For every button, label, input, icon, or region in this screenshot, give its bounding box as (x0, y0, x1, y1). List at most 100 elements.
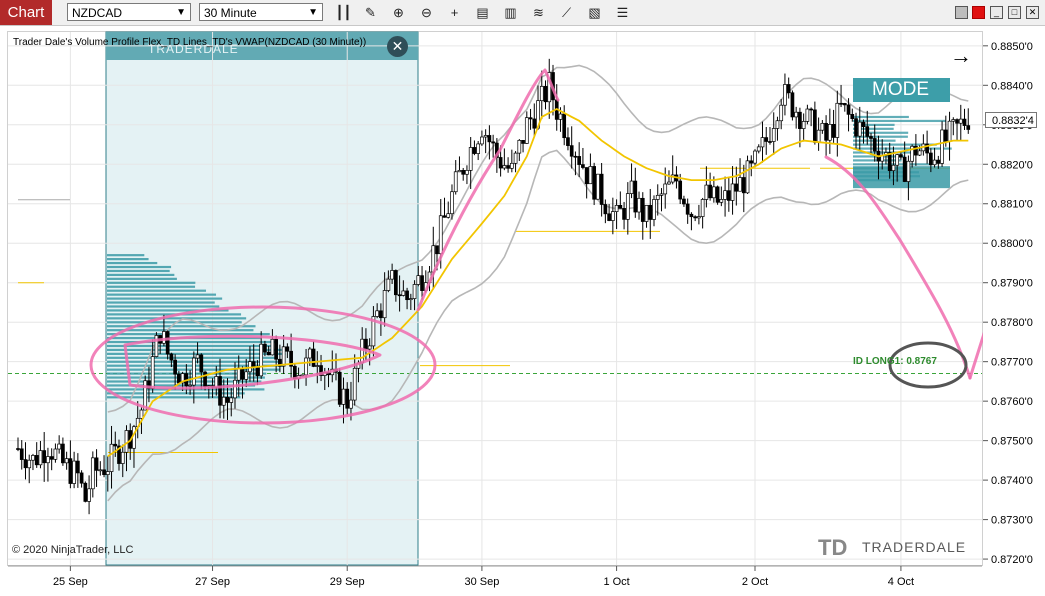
candle-body (499, 157, 502, 168)
candle-body (828, 124, 831, 140)
candle-body (54, 449, 57, 459)
candle-body (540, 86, 543, 100)
candle-body (918, 151, 921, 155)
candle-body (566, 138, 569, 146)
candle-body (750, 161, 753, 163)
candle-body (559, 114, 562, 119)
candle-body (686, 204, 689, 214)
candle-body (653, 199, 656, 219)
candle-body (406, 291, 409, 300)
volume-profile-bar (107, 298, 222, 300)
candle-body (503, 166, 506, 169)
candle-body (196, 355, 199, 358)
candle-body (465, 170, 468, 174)
candle-body (361, 339, 364, 363)
candle-body (866, 127, 869, 137)
candle-body (574, 156, 577, 157)
candle-body (768, 141, 771, 142)
candle-body (245, 372, 248, 380)
candle-body (383, 290, 386, 317)
last-price-marker: 0.8832'4 (985, 112, 1037, 128)
candle-body (862, 122, 865, 126)
volume-profile-bar (107, 301, 215, 303)
candle-body (413, 284, 416, 298)
price-tick-label: 0.8720'0 (991, 554, 1033, 566)
candle-body (473, 147, 476, 153)
volume-profile-bar (107, 266, 171, 268)
candle-body (544, 86, 547, 101)
candle-body (813, 110, 816, 142)
volume-profile-bar (107, 317, 246, 319)
candle-body (581, 165, 584, 168)
candle-body (843, 103, 846, 104)
price-tick-label: 0.8750'0 (991, 436, 1033, 448)
time-tick-label: 30 Sep (464, 576, 499, 588)
candle-body (679, 181, 682, 199)
candle-body (780, 105, 783, 121)
candle-body (623, 208, 626, 219)
candle-body (578, 156, 581, 164)
candle-body (170, 354, 173, 360)
candle-body (664, 184, 667, 194)
candle-body (720, 199, 723, 202)
time-tick-label: 2 Oct (742, 576, 768, 588)
candle-body (353, 368, 356, 400)
candle-body (533, 119, 536, 128)
volume-profile-bar (107, 294, 216, 296)
candle-body (847, 105, 850, 114)
candle-body (518, 140, 521, 153)
candle-body (28, 460, 31, 468)
candle-body (204, 372, 207, 387)
candle-body (91, 458, 94, 489)
candle-body (772, 128, 775, 141)
logo-mark: TD (818, 536, 854, 560)
candle-body (35, 455, 38, 464)
candle-body (398, 295, 401, 296)
volume-profile-bar (107, 270, 170, 272)
candle-body (480, 137, 483, 144)
candle-body (522, 140, 525, 143)
price-tick-label: 0.8800'0 (991, 238, 1033, 250)
volume-profile-bar (107, 274, 174, 276)
candle-body (61, 444, 64, 463)
candle-body (735, 184, 738, 191)
candle-body (634, 181, 637, 212)
close-profile-icon[interactable]: ✕ (387, 36, 408, 57)
candle-body (682, 199, 685, 204)
candle-body (447, 214, 450, 218)
candle-body (604, 204, 607, 213)
candle-body (439, 216, 442, 254)
candle-body (660, 194, 663, 195)
volume-profile-bar (107, 305, 219, 307)
candle-body (754, 151, 757, 163)
candle-body (125, 431, 128, 453)
candle-body (821, 123, 824, 130)
candle-body (402, 291, 405, 295)
candle-body (215, 376, 218, 387)
candle-body (791, 93, 794, 117)
candle-body (941, 130, 944, 163)
candle-body (162, 331, 165, 343)
candle-body (338, 372, 341, 404)
candle-body (376, 311, 379, 317)
price-tick-label: 0.8790'0 (991, 278, 1033, 290)
candle-body (230, 398, 233, 403)
candle-body (825, 123, 828, 140)
candle-body (237, 368, 240, 380)
candle-body (630, 181, 633, 194)
candle-body (43, 451, 46, 463)
candle-body (192, 358, 195, 385)
candle-body (529, 118, 532, 119)
candle-body (570, 146, 573, 157)
candle-body (140, 410, 143, 418)
arrow-right-icon[interactable]: → (950, 43, 972, 69)
time-tick-label: 25 Sep (53, 576, 88, 588)
candle-body (507, 166, 510, 169)
candle-body (656, 195, 659, 199)
volume-profile-bar (107, 278, 177, 280)
candle-body (563, 114, 566, 138)
volume-profile-bar (107, 282, 195, 284)
candle-body (840, 103, 843, 104)
price-tick-label: 0.8740'0 (991, 475, 1033, 487)
candle-body (757, 147, 760, 151)
